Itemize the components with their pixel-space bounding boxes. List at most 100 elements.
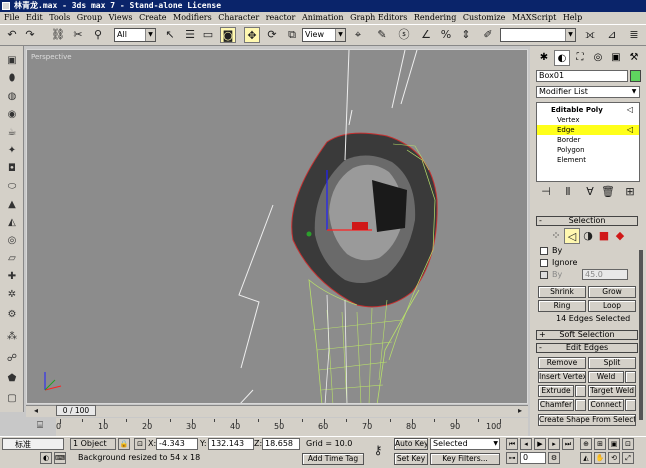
shrink-button[interactable]: Shrink [538,286,586,298]
remove-modifier-icon[interactable]: 🗑 [600,184,616,200]
pin-stack-icon[interactable]: ⊣ [538,184,554,200]
prev-frame-icon[interactable]: ◂ [30,405,42,417]
chamfer-settings-button[interactable] [575,399,586,411]
ime-punct-icon[interactable]: ⌨ [54,452,66,464]
by-vertex-checkbox[interactable] [540,247,548,255]
stack-item-border[interactable]: Border [537,135,639,145]
display-tab-icon[interactable]: ▣ [608,50,624,66]
select-object-icon[interactable]: ↖ [162,27,178,43]
selection-rollout-header[interactable]: - Selection [536,216,638,226]
motion-tab-icon[interactable]: ◎ [590,50,606,66]
create-camera-icon[interactable]: ◘ [4,162,20,176]
x-coordinate-field[interactable]: -4.343 [156,438,198,450]
hierarchy-tab-icon[interactable]: ⛶ [572,50,588,66]
go-to-start-icon[interactable]: ⏮ [506,438,518,450]
menu-maxscript[interactable]: MAXScript [512,12,556,24]
current-frame-field[interactable]: 0 [520,452,546,464]
zoom-extents-all-icon[interactable]: ⊡ [622,438,634,450]
extrude-settings-button[interactable] [575,385,586,397]
named-selection-icon[interactable]: ✐ [480,27,496,43]
weld-settings-button[interactable] [625,371,636,383]
create-tab-icon[interactable]: ✱ [536,50,552,66]
snap-toggle-icon[interactable]: ⓢ [396,27,412,43]
time-slider-thumb[interactable]: 0 / 100 [56,405,96,416]
object-color-swatch[interactable] [630,70,641,82]
panel-scrollbar[interactable] [639,250,643,420]
y-coordinate-field[interactable]: 132.143 [208,438,254,450]
set-key-button[interactable]: Set Key [394,453,428,465]
menu-tools[interactable]: Tools [49,12,70,24]
named-selection-sets-dropdown[interactable]: ▼ [500,28,576,42]
perspective-viewport[interactable]: Perspective [26,49,528,404]
undo-icon[interactable]: ↶ [4,27,20,43]
set-key-icon[interactable]: ⚷ [370,442,386,458]
chamfer-button[interactable]: Chamfer [538,399,574,411]
stack-item-editable-poly[interactable]: Editable Poly ◁ [537,105,639,115]
ime-indicator[interactable]: 标准 [2,438,64,450]
menu-rendering[interactable]: Rendering [414,12,456,24]
vertex-select-icon[interactable]: ⁘ [548,228,564,244]
object-name-field[interactable]: Box01 [536,70,628,82]
maximize-viewport-icon[interactable]: ⤢ [622,452,634,464]
absolute-mode-icon[interactable]: ⊡ [134,438,146,450]
add-time-tag-button[interactable]: Add Time Tag [302,453,364,465]
create-sphere-icon[interactable]: ◍ [4,90,20,104]
selection-filter-dropdown[interactable]: All ▼ [114,28,156,42]
menu-create[interactable]: Create [139,12,166,24]
edge-select-icon[interactable]: ◁ [564,228,580,244]
auto-key-button[interactable]: Auto Key [394,438,428,450]
stack-item-vertex[interactable]: Vertex [537,115,639,125]
create-system-icon[interactable]: ⚙ [4,308,20,322]
create-light-icon[interactable]: ✦ [4,144,20,158]
stack-item-element[interactable]: Element [537,155,639,165]
menu-graph-editors[interactable]: Graph Editors [350,12,407,24]
play-icon[interactable]: ▶ [534,438,546,450]
track-bar[interactable]: 0 10 20 30 40 50 60 70 80 90 100 [56,418,528,436]
menu-reactor[interactable]: reactor [266,12,296,24]
create-particle-icon[interactable]: ⁂ [4,330,20,344]
bind-space-warp-icon[interactable]: ⚲ [90,27,106,43]
modify-tab-icon[interactable]: ◐ [554,50,570,66]
key-filters-button[interactable]: Key Filters... [430,453,500,465]
angle-value-field[interactable]: 45.0 [582,269,628,280]
utilities-tab-icon[interactable]: ⚒ [626,50,642,66]
menu-animation[interactable]: Animation [302,12,344,24]
menu-help[interactable]: Help [563,12,582,24]
create-torus-icon[interactable]: ◎ [4,234,20,248]
viewport-label[interactable]: Perspective [31,53,72,61]
menu-character[interactable]: Character [218,12,259,24]
percent-snap-icon[interactable]: % [438,27,454,43]
rectangular-selection-icon[interactable]: ▭ [200,27,216,43]
show-end-result-icon[interactable]: Ⅱ [560,184,576,200]
z-coordinate-field[interactable]: 18.658 [262,438,300,450]
create-chamfer-box-icon[interactable]: ▢ [4,392,20,406]
create-shape-button[interactable]: Create Shape From Selection [538,414,636,426]
border-select-icon[interactable]: ◑ [580,228,596,244]
select-and-move-icon[interactable]: ✥ [244,27,260,43]
zoom-icon[interactable]: ⊕ [580,438,592,450]
create-box-icon[interactable]: ▣ [4,54,20,68]
zoom-extents-icon[interactable]: ▣ [608,438,620,450]
ignore-backfacing-checkbox[interactable] [540,259,548,267]
pivot-center-icon[interactable]: ⌖ [350,27,366,43]
modifier-list-dropdown[interactable]: Modifier List ▼ [536,86,640,98]
mirror-icon[interactable]: ⟗ [582,27,598,43]
weld-button[interactable]: Weld [588,371,624,383]
next-frame-button-icon[interactable]: ▸ [548,438,560,450]
selection-lock-icon[interactable]: 🔒 [118,438,130,450]
configure-modifier-sets-icon[interactable]: ⊞ [622,184,638,200]
menu-modifiers[interactable]: Modifiers [173,12,212,24]
previous-frame-icon[interactable]: ◂ [520,438,532,450]
connect-settings-button[interactable] [625,399,636,411]
track-bar-icon[interactable]: ⌸ [32,418,48,434]
ring-button[interactable]: Ring [538,300,586,312]
create-tube-icon[interactable]: ⬭ [4,180,20,194]
menu-customize[interactable]: Customize [463,12,506,24]
pan-icon[interactable]: ✋ [594,452,606,464]
time-slider-track[interactable] [26,405,528,417]
select-and-manipulate-icon[interactable]: ✎ [374,27,390,43]
menu-file[interactable]: File [4,12,19,24]
stack-item-polygon[interactable]: Polygon [537,145,639,155]
select-and-rotate-icon[interactable]: ⟳ [264,27,280,43]
target-weld-button[interactable]: Target Weld [588,385,636,397]
